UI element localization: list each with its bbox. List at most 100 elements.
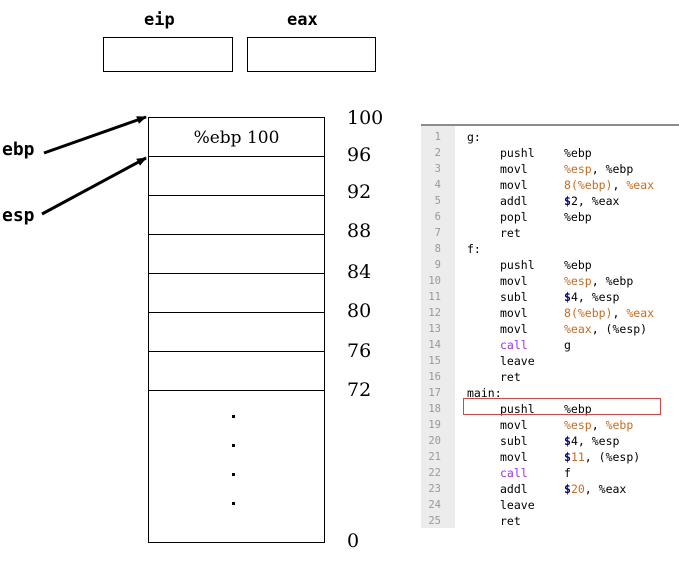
instruction-operands: $2, %eax bbox=[564, 194, 620, 208]
line-number: 8 bbox=[434, 243, 441, 255]
code-line: 5 addl $2, %eax bbox=[421, 193, 679, 209]
instruction-operands: %esp, %ebp bbox=[564, 162, 634, 176]
code-line: 13 movl %eax, (%esp) bbox=[421, 321, 679, 337]
line-number: 15 bbox=[428, 355, 441, 367]
instruction-operands: %esp, %ebp bbox=[564, 418, 634, 432]
code-line: 3 movl %esp, %ebp bbox=[421, 161, 679, 177]
code-label: f: bbox=[467, 242, 481, 256]
address-label: 92 bbox=[347, 181, 372, 203]
code-line: 2 pushl %ebp bbox=[421, 145, 679, 161]
address-label: 76 bbox=[347, 340, 372, 362]
current-line-highlight bbox=[463, 398, 661, 415]
address-label: 88 bbox=[347, 220, 372, 242]
line-number: 5 bbox=[434, 195, 441, 207]
instruction-mnemonic: pushl bbox=[500, 146, 535, 160]
instruction-operands: 8(%ebp), %eax bbox=[564, 178, 655, 192]
address-label: 72 bbox=[347, 379, 372, 401]
line-number: 10 bbox=[428, 275, 441, 287]
line-number: 2 bbox=[434, 147, 441, 159]
line-number: 9 bbox=[434, 259, 441, 271]
instruction-operands: $11, (%esp) bbox=[564, 450, 641, 464]
instruction-mnemonic: movl bbox=[500, 322, 528, 336]
line-number: 14 bbox=[428, 339, 441, 351]
code-line: 14 call g bbox=[421, 337, 679, 353]
stack-divider bbox=[149, 390, 324, 391]
stack-divider bbox=[149, 195, 324, 196]
line-number: 24 bbox=[428, 499, 441, 511]
line-number: 12 bbox=[428, 307, 441, 319]
instruction-mnemonic: movl bbox=[500, 274, 528, 288]
instruction-operands: g bbox=[564, 338, 571, 352]
line-number: 3 bbox=[434, 163, 441, 175]
code-label: g: bbox=[467, 130, 481, 144]
instruction-mnemonic: leave bbox=[500, 498, 535, 512]
instruction-mnemonic: movl bbox=[500, 178, 528, 192]
line-number: 23 bbox=[428, 483, 441, 495]
line-number: 4 bbox=[434, 179, 441, 191]
address-label: 96 bbox=[347, 144, 372, 166]
instruction-mnemonic: subl bbox=[500, 434, 528, 448]
stack-slot-saved-ebp: %ebp 100 bbox=[193, 128, 280, 148]
ellipsis-dot bbox=[232, 415, 235, 418]
code-line: 4 movl 8(%ebp), %eax bbox=[421, 177, 679, 193]
instruction-operands: $20, %eax bbox=[564, 482, 627, 496]
instruction-mnemonic: movl bbox=[500, 306, 528, 320]
code-line: 11 subl $4, %esp bbox=[421, 289, 679, 305]
code-line: 1 g: bbox=[421, 129, 679, 145]
instruction-mnemonic: popl bbox=[500, 210, 528, 224]
stack-divider bbox=[149, 273, 324, 274]
line-number: 18 bbox=[428, 403, 441, 415]
code-line: 19 movl %esp, %ebp bbox=[421, 417, 679, 433]
esp-arrow bbox=[41, 156, 147, 216]
code-line: 6 popl %ebp bbox=[421, 209, 679, 225]
code-line: 12 movl 8(%ebp), %eax bbox=[421, 305, 679, 321]
stack-divider bbox=[149, 312, 324, 313]
line-number: 16 bbox=[428, 371, 441, 383]
instruction-mnemonic: subl bbox=[500, 290, 528, 304]
instruction-operands: %ebp bbox=[564, 258, 592, 272]
line-number: 19 bbox=[428, 419, 441, 431]
line-number: 17 bbox=[428, 387, 441, 399]
code-line: 16 ret bbox=[421, 369, 679, 385]
address-label: 80 bbox=[347, 300, 372, 322]
code-line: 24 leave bbox=[421, 497, 679, 513]
instruction-operands: f bbox=[564, 466, 571, 480]
code-line: 9 pushl %ebp bbox=[421, 257, 679, 273]
line-number: 1 bbox=[434, 131, 441, 143]
line-number: 20 bbox=[428, 435, 441, 447]
code-line: 20 subl $4, %esp bbox=[421, 433, 679, 449]
stack-divider bbox=[149, 351, 324, 352]
instruction-mnemonic: call bbox=[500, 466, 528, 480]
code-line: 23 addl $20, %eax bbox=[421, 481, 679, 497]
ellipsis-dot bbox=[232, 502, 235, 505]
line-number: 25 bbox=[428, 515, 441, 527]
ellipsis-dot bbox=[232, 473, 235, 476]
line-number: 7 bbox=[434, 227, 441, 239]
instruction-mnemonic: call bbox=[500, 338, 528, 352]
instruction-mnemonic: pushl bbox=[500, 258, 535, 272]
line-number: 13 bbox=[428, 323, 441, 335]
instruction-operands: %esp, %ebp bbox=[564, 274, 634, 288]
instruction-mnemonic: movl bbox=[500, 162, 528, 176]
address-label: 100 bbox=[347, 107, 384, 129]
instruction-operands: $4, %esp bbox=[564, 290, 620, 304]
instruction-mnemonic: movl bbox=[500, 450, 528, 464]
stack-divider bbox=[149, 156, 324, 157]
ebp-arrow bbox=[43, 115, 147, 155]
address-label: 84 bbox=[347, 261, 372, 283]
line-number: 21 bbox=[428, 451, 441, 463]
instruction-mnemonic: leave bbox=[500, 354, 535, 368]
code-line: 7 ret bbox=[421, 225, 679, 241]
instruction-operands: %ebp bbox=[564, 210, 592, 224]
instruction-operands: 8(%ebp), %eax bbox=[564, 306, 655, 320]
instruction-operands: %ebp bbox=[564, 146, 592, 160]
instruction-mnemonic: addl bbox=[500, 482, 528, 496]
code-line: 22 call f bbox=[421, 465, 679, 481]
instruction-operands: $4, %esp bbox=[564, 434, 620, 448]
instruction-mnemonic: ret bbox=[500, 514, 521, 528]
ellipsis-dot bbox=[232, 444, 235, 447]
stack-divider bbox=[149, 234, 324, 235]
instruction-mnemonic: ret bbox=[500, 370, 521, 384]
line-number: 11 bbox=[428, 291, 441, 303]
code-line: 15 leave bbox=[421, 353, 679, 369]
